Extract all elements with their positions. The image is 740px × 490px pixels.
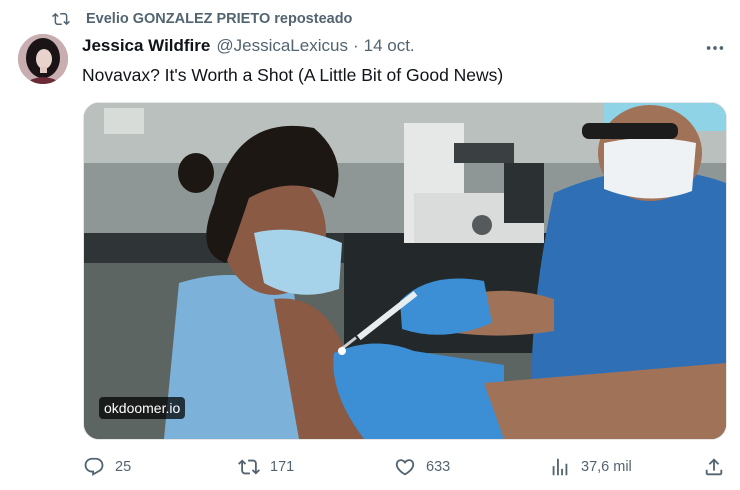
more-options-button[interactable]	[700, 38, 730, 58]
tweet-text: Novavax? It's Worth a Shot (A Little Bit…	[82, 65, 504, 85]
author-handle[interactable]: @JessicaLexicus	[216, 36, 348, 56]
views-button[interactable]: 37,6 mil	[549, 454, 632, 480]
link-card-image[interactable]: okdoomer.io	[83, 102, 727, 440]
views-count: 37,6 mil	[581, 459, 632, 475]
like-count: 633	[426, 459, 451, 475]
header-separator: ·	[352, 36, 359, 55]
share-button[interactable]	[703, 454, 725, 480]
share-icon	[705, 458, 723, 476]
reply-button[interactable]: 25	[83, 454, 131, 480]
retweet-button[interactable]: 171	[238, 454, 294, 480]
tweet-header: Jessica Wildfire @JessicaLexicus · 14 oc…	[82, 36, 415, 58]
reply-count: 25	[115, 459, 132, 475]
author-name[interactable]: Jessica Wildfire	[82, 36, 210, 56]
retweet-count: 171	[270, 459, 295, 475]
repost-text: Evelio GONZALEZ PRIETO reposteado	[86, 11, 353, 27]
repost-indicator[interactable]: Evelio GONZALEZ PRIETO reposteado	[52, 9, 352, 29]
repost-icon	[52, 12, 70, 26]
tweet-date[interactable]: 14 oct.	[364, 36, 415, 56]
retweet-icon	[238, 459, 260, 475]
avatar-image	[18, 34, 68, 84]
tweet-actions: 25 171 633 37,6 mil	[83, 454, 728, 480]
more-icon	[706, 46, 724, 50]
heart-icon	[395, 459, 415, 476]
avatar[interactable]	[18, 34, 68, 84]
bar-chart-icon	[552, 458, 568, 476]
like-button[interactable]: 633	[394, 454, 450, 480]
reply-icon	[84, 457, 104, 476]
vaccination-photo	[84, 103, 726, 439]
link-domain-badge: okdoomer.io	[99, 397, 186, 419]
